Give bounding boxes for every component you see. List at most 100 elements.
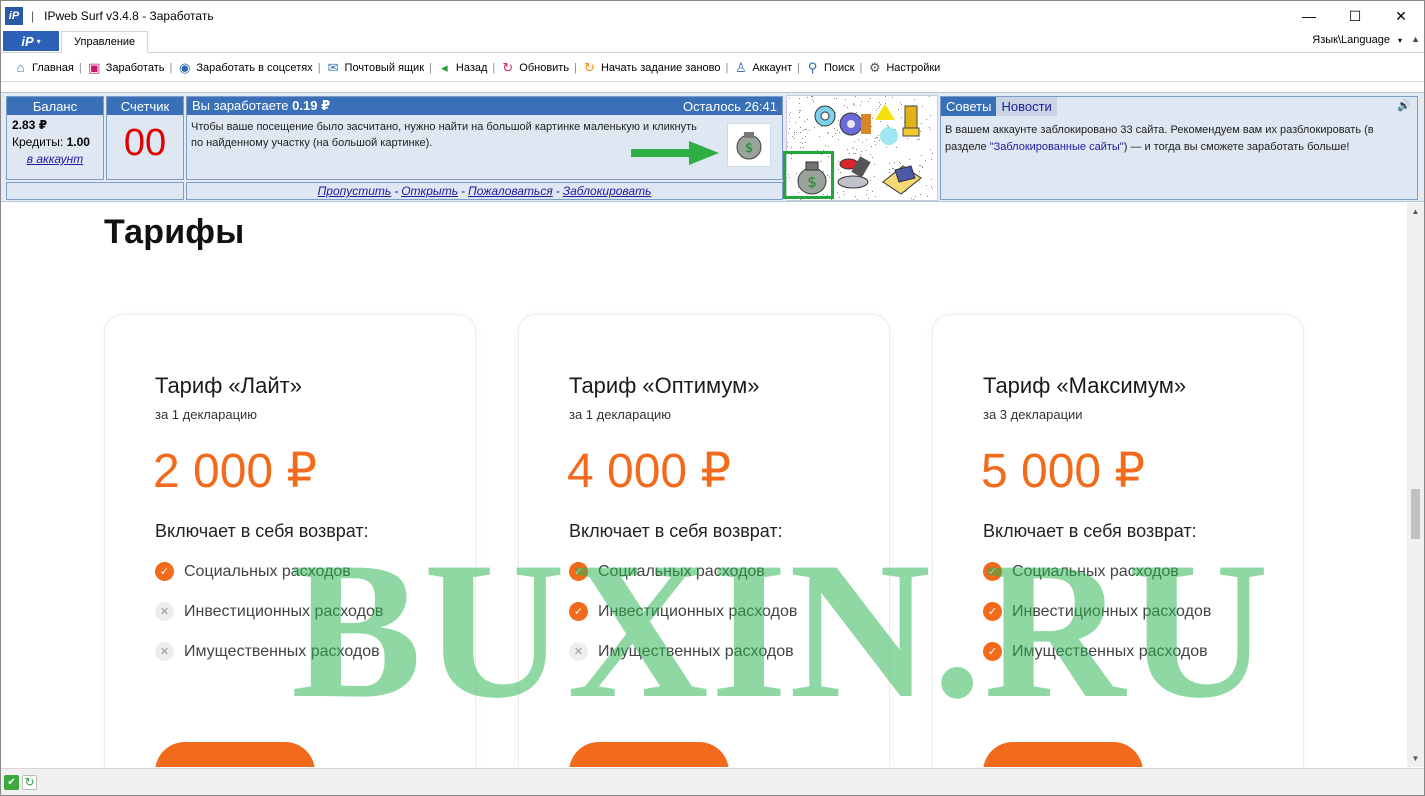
captcha-noise <box>931 159 932 160</box>
feature-item: ✓ Социальных расходов <box>983 562 1179 581</box>
vertical-scrollbar[interactable]: ▲ ▼ <box>1407 203 1424 767</box>
captcha-noise <box>799 117 800 118</box>
feature-label: Инвестиционных расходов <box>598 602 798 620</box>
captcha-noise <box>794 138 795 139</box>
task-links: Пропустить - Открыть - Пожаловаться - За… <box>186 182 783 200</box>
captcha-noise <box>854 141 855 142</box>
balance-box: Баланс 2.83 ₽ Кредиты: 1.00 в аккаунт <box>6 96 104 180</box>
svg-text:$: $ <box>745 141 753 156</box>
toolbar-home-button[interactable]: ⌂ Главная <box>9 60 78 75</box>
balance-footer <box>6 182 184 200</box>
app-menu-button[interactable]: iP ▾ <box>3 31 59 51</box>
captcha-noise <box>805 136 806 137</box>
toolbar-label: Обновить <box>519 61 570 74</box>
tab-news[interactable]: Новости <box>996 97 1057 116</box>
refresh-status-icon[interactable]: ↻ <box>22 774 37 790</box>
minimize-button[interactable]: — <box>1286 1 1332 31</box>
captcha-noise <box>787 146 788 147</box>
captcha-noise <box>844 194 845 195</box>
complain-link[interactable]: Пожаловаться <box>468 184 553 198</box>
card-price: 4 000 ₽ <box>567 445 731 498</box>
maximize-button[interactable]: ☐ <box>1332 1 1378 31</box>
counter-value: 00 <box>123 122 167 164</box>
link-separator: - <box>461 184 466 198</box>
toolbar-back-button[interactable]: ◂ Назад <box>433 60 492 75</box>
toolbar-social-button[interactable]: ◉ Заработать в соцсетях <box>173 60 316 75</box>
language-selector[interactable]: Язык\Language ▾ <box>1312 34 1402 46</box>
captcha-noise <box>828 146 829 147</box>
captcha-noise <box>812 96 813 97</box>
captcha-noise <box>866 194 867 195</box>
captcha-noise <box>805 142 806 143</box>
toolbar-label: Поиск <box>824 61 855 74</box>
tab-tips[interactable]: Советы <box>941 97 997 116</box>
toolbar-wallet-button[interactable]: ▣ Заработать <box>83 60 169 75</box>
toolbar: ⌂ Главная | ▣ Заработать | ◉ Заработать в соцсе… <box>1 54 1424 82</box>
toolbar-search-button[interactable]: ⚲ Поиск <box>801 60 858 75</box>
captcha-noise <box>804 121 805 122</box>
mail-icon: ✉ <box>327 60 339 75</box>
captcha-noise <box>909 159 910 160</box>
task-box: Вы заработаете 0.19 ₽ Осталось 26:41 Что… <box>186 96 783 180</box>
order-button[interactable] <box>155 742 315 767</box>
block-link[interactable]: Заблокировать <box>563 184 652 198</box>
captcha-noise <box>913 199 914 200</box>
captcha-noise <box>911 198 912 199</box>
cross-icon: ✕ <box>569 642 588 661</box>
open-link[interactable]: Открыть <box>401 184 458 198</box>
feature-item: ✕ Имущественных расходов <box>569 642 794 661</box>
account-link[interactable]: в аккаунт <box>12 151 98 168</box>
window-controls: — ☐ ✕ <box>1286 1 1424 31</box>
check-icon: ✓ <box>155 562 174 581</box>
toolbar-gear-button[interactable]: ⚙ Настройки <box>863 60 944 75</box>
card-subtitle: за 3 декларации <box>983 407 1083 422</box>
link-separator: - <box>394 184 399 198</box>
arrow-right-icon <box>631 141 719 165</box>
captcha-noise <box>806 129 807 130</box>
captcha-noise <box>789 114 790 115</box>
gear-icon: ⚙ <box>869 60 881 75</box>
tab-management[interactable]: Управление <box>61 31 149 53</box>
toolbar-user-button[interactable]: ♙ Аккаунт <box>729 60 796 75</box>
toolbar-mail-button[interactable]: ✉ Почтовый ящик <box>322 60 428 75</box>
feature-item: ✓ Имущественных расходов <box>983 642 1208 661</box>
card-title: Тариф «Оптимум» <box>569 373 760 398</box>
scroll-down-icon[interactable]: ▼ <box>1407 750 1424 767</box>
captcha-noise <box>931 179 932 180</box>
blocked-sites-link[interactable]: "Заблокированные сайты" <box>990 141 1124 153</box>
captcha-noise <box>789 121 790 122</box>
captcha-noise <box>802 138 803 139</box>
captcha-noise <box>856 149 857 150</box>
app-menu-label: iP <box>21 33 34 49</box>
skip-link[interactable]: Пропустить <box>318 184 392 198</box>
balance-amount: 2.83 ₽ <box>12 118 48 132</box>
toolbar-restart-button[interactable]: ↻ Начать задание заново <box>578 60 725 75</box>
pricing-card: Тариф «Максимум» за 3 декларации 5 000 ₽ Вк… <box>932 314 1304 767</box>
captcha-noise <box>796 132 797 133</box>
captcha-noise <box>931 186 932 187</box>
speaker-icon[interactable]: 🔊 <box>1397 99 1411 112</box>
page-title: Тарифы <box>104 213 245 251</box>
toolbar-label: Аккаунт <box>752 61 793 74</box>
window-title: IPweb Surf v3.4.8 - Заработать <box>44 9 214 23</box>
captcha-noise <box>800 142 801 143</box>
captcha-noise <box>807 119 808 120</box>
toolbar-refresh-button[interactable]: ↻ Обновить <box>496 60 573 75</box>
scroll-up-icon[interactable]: ▲ <box>1407 203 1424 220</box>
captcha-noise <box>915 196 916 197</box>
gears-icon <box>813 100 873 140</box>
status-bar: ✔ ↻ <box>1 768 1424 795</box>
captcha-noise <box>831 199 832 200</box>
captcha-noise <box>930 149 931 150</box>
scroll-thumb[interactable] <box>1411 489 1420 539</box>
captcha-noise <box>789 128 790 129</box>
ribbon-collapse-icon[interactable]: ▲ <box>1411 34 1420 44</box>
close-button[interactable]: ✕ <box>1378 1 1424 31</box>
captcha-noise <box>862 142 863 143</box>
order-button[interactable] <box>983 742 1143 767</box>
captcha-noise <box>866 150 867 151</box>
captcha-noise <box>792 136 793 137</box>
order-button[interactable] <box>569 742 729 767</box>
task-instruction: Чтобы ваше посещение было засчитано, нуж… <box>191 121 697 149</box>
captcha-noise <box>803 147 804 148</box>
